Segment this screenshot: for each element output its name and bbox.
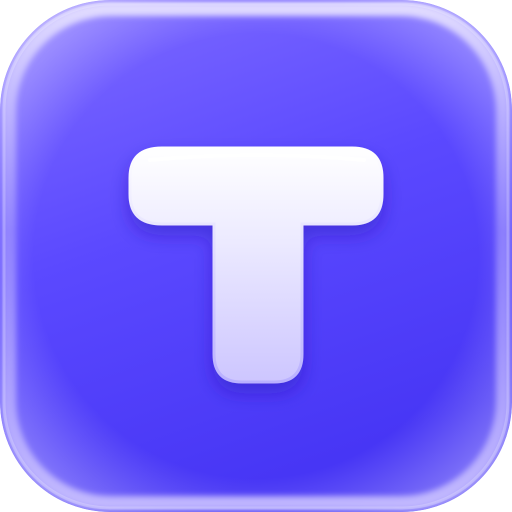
- icon-stage: [0, 0, 512, 512]
- app-icon-graphic: [0, 0, 512, 512]
- app-icon[interactable]: [0, 0, 512, 512]
